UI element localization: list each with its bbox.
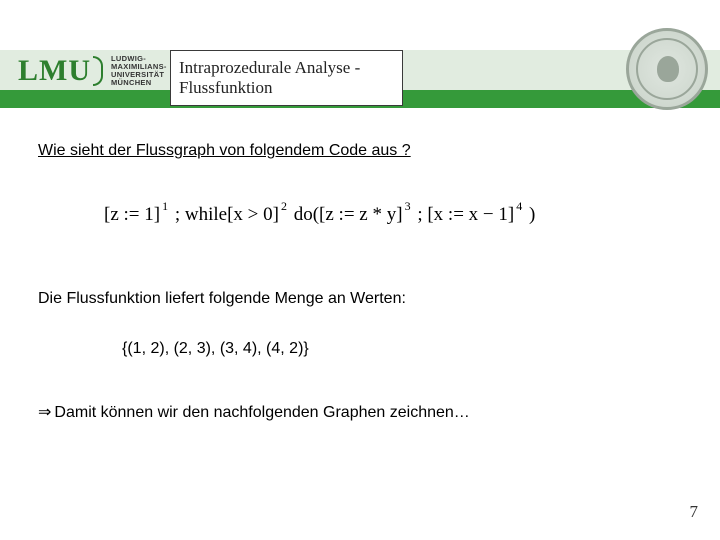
conclusion-line: ⇒Damit können wir den nachfolgenden Grap…: [38, 402, 682, 422]
lmu-logo-arc-icon: [93, 56, 103, 86]
value-set: {(1, 2), (2, 3), (3, 4), (4, 2)}: [122, 340, 682, 358]
slide-header: LMU LUDWIG- MAXIMILIANS- UNIVERSITÄT MÜN…: [0, 0, 720, 108]
arrow-icon: ⇒: [38, 404, 51, 421]
page-number: 7: [690, 502, 699, 522]
lmu-logo-text: LMU: [18, 54, 91, 88]
slide-title-text: Intraprozedurale Analyse - Flussfunktion: [179, 58, 402, 98]
conclusion-text: Damit können wir den nachfolgenden Graph…: [54, 404, 469, 421]
lmu-logo-subtitle: LUDWIG- MAXIMILIANS- UNIVERSITÄT MÜNCHEN: [111, 55, 167, 87]
statement-line: Die Flussfunktion liefert folgende Menge…: [38, 290, 682, 308]
slide-title: Intraprozedurale Analyse - Flussfunktion: [170, 50, 403, 106]
code-formula: [z := 1]1 ; while[x > 0]2 do([z := z * y…: [104, 204, 682, 240]
slide-body: Wie sieht der Flussgraph von folgendem C…: [38, 142, 682, 422]
question-line: Wie sieht der Flussgraph von folgendem C…: [38, 142, 682, 160]
university-seal-icon: [626, 28, 708, 110]
lmu-logo: LMU LUDWIG- MAXIMILIANS- UNIVERSITÄT MÜN…: [18, 54, 167, 88]
